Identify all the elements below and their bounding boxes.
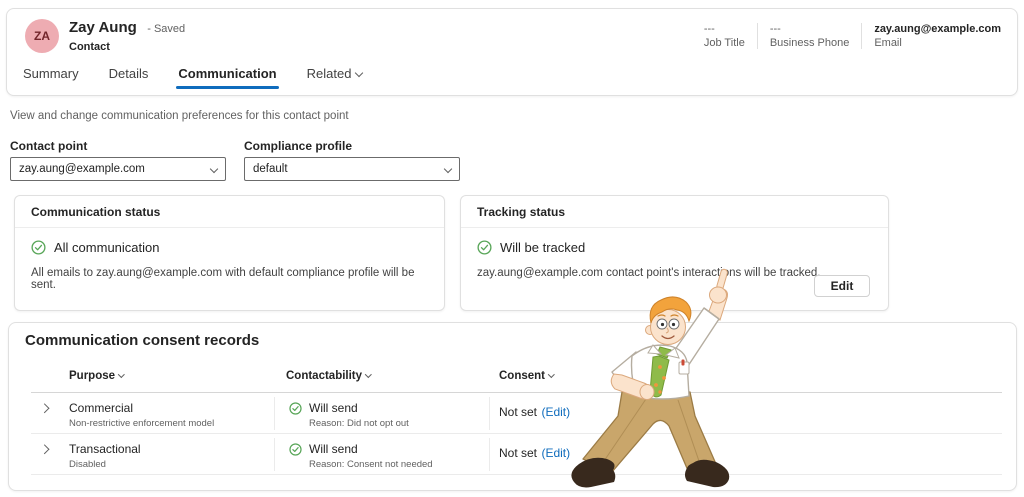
job-title-value: --- — [704, 23, 745, 35]
contactability-subtext: Reason: Did not opt out — [309, 418, 409, 429]
tracking-status-value: Will be tracked — [500, 240, 585, 255]
consent-cell: Not set — [499, 446, 537, 460]
edit-button[interactable]: Edit — [814, 275, 870, 297]
purpose-header-label: Purpose — [69, 370, 115, 382]
job-title-label: Job Title — [704, 37, 745, 49]
saved-status: - Saved — [147, 23, 185, 35]
cell-divider — [274, 438, 275, 471]
header-field-business-phone: --- Business Phone — [757, 23, 862, 49]
business-phone-label: Business Phone — [770, 37, 850, 49]
tab-related[interactable]: Related — [307, 66, 363, 89]
cell-divider — [274, 397, 275, 430]
expand-row-icon[interactable] — [40, 445, 49, 454]
sort-chevron-icon — [365, 371, 371, 377]
purpose-subtext: Non-restrictive enforcement model — [69, 418, 214, 429]
record-tabs: Summary Details Communication Related — [23, 66, 362, 89]
contactability-header-label: Contactability — [286, 370, 362, 382]
table-row: Transactional Disabled Will send Reason:… — [9, 434, 1016, 475]
contact-point-select[interactable]: zay.aung@example.com — [10, 157, 226, 181]
chevron-down-icon — [355, 69, 363, 77]
check-circle-icon — [289, 402, 302, 415]
purpose-cell: Transactional — [69, 442, 141, 456]
chevron-down-icon — [444, 165, 452, 173]
entity-type-label: Contact — [69, 41, 110, 53]
communication-status-title: Communication status — [15, 196, 444, 228]
compliance-profile-value: default — [253, 163, 445, 175]
table-row: Commercial Non-restrictive enforcement m… — [9, 393, 1016, 434]
consent-records-card: Communication consent records Purpose Co… — [8, 322, 1017, 491]
contact-name-row: Zay Aung - Saved — [69, 19, 185, 37]
expand-row-icon[interactable] — [40, 404, 49, 413]
communication-status-value: All communication — [54, 240, 160, 255]
consent-header-label: Consent — [499, 370, 545, 382]
tracking-status-title: Tracking status — [461, 196, 888, 228]
chevron-down-icon — [210, 165, 218, 173]
header-field-job-title: --- Job Title — [692, 23, 757, 49]
tab-related-label: Related — [307, 66, 352, 81]
purpose-subtext: Disabled — [69, 459, 141, 470]
contact-header-card: ZA Zay Aung - Saved Contact --- Job Titl… — [6, 8, 1018, 96]
header-summary-fields: --- Job Title --- Business Phone zay.aun… — [692, 23, 1013, 49]
tab-summary[interactable]: Summary — [23, 66, 79, 89]
cell-divider — [489, 438, 490, 471]
consent-table-header: Purpose Contactability Consent — [9, 370, 1016, 392]
compliance-profile-select[interactable]: default — [244, 157, 460, 181]
compliance-profile-label: Compliance profile — [244, 139, 352, 153]
communication-status-card: Communication status All communication A… — [14, 195, 445, 311]
column-header-contactability[interactable]: Contactability — [286, 370, 371, 382]
communication-status-description: All emails to zay.aung@example.com with … — [15, 255, 444, 291]
contact-point-label: Contact point — [10, 139, 87, 153]
business-phone-value: --- — [770, 23, 850, 35]
row-divider — [31, 474, 1002, 475]
avatar: ZA — [25, 19, 59, 53]
consent-cell: Not set — [499, 405, 537, 419]
email-label: Email — [874, 37, 1001, 49]
sort-chevron-icon — [548, 371, 554, 377]
header-field-email: zay.aung@example.com Email — [861, 23, 1013, 49]
pointing-man-illustration — [558, 266, 750, 496]
check-circle-icon — [31, 240, 46, 255]
email-value: zay.aung@example.com — [874, 23, 1001, 35]
page-title: Zay Aung — [69, 19, 137, 36]
tab-communication[interactable]: Communication — [178, 66, 276, 89]
contactability-cell: Will send — [309, 442, 358, 456]
column-header-consent[interactable]: Consent — [499, 370, 554, 382]
purpose-cell: Commercial — [69, 401, 214, 415]
check-circle-icon — [289, 443, 302, 456]
tab-details[interactable]: Details — [109, 66, 149, 89]
preferences-description: View and change communication preference… — [10, 110, 349, 122]
cell-divider — [489, 397, 490, 430]
sort-chevron-icon — [118, 371, 124, 377]
check-circle-icon — [477, 240, 492, 255]
contactability-cell: Will send — [309, 401, 358, 415]
contactability-subtext: Reason: Consent not needed — [309, 459, 433, 470]
consent-records-title: Communication consent records — [25, 332, 259, 349]
column-header-purpose[interactable]: Purpose — [69, 370, 124, 382]
contact-point-value: zay.aung@example.com — [19, 163, 211, 175]
